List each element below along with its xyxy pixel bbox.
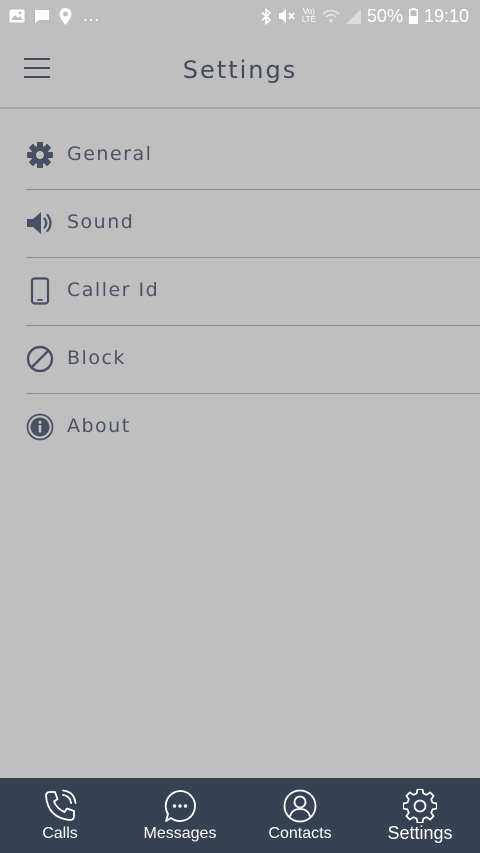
- battery-percent: 50%: [366, 5, 403, 26]
- settings-item-block[interactable]: Block: [26, 326, 480, 394]
- tab-label: Settings: [387, 823, 453, 843]
- app-header: Settings: [0, 32, 480, 109]
- phone-icon: [42, 788, 78, 824]
- gear-icon: [26, 141, 54, 169]
- message-icon: [34, 9, 50, 24]
- wifi-icon: [322, 9, 340, 23]
- status-bar-right: Vo) LTE 50% 19:10: [261, 6, 480, 27]
- signal-icon: [345, 8, 361, 24]
- clock: 19:10: [423, 5, 469, 26]
- settings-item-label: About: [67, 415, 131, 437]
- settings-item-label: Caller Id: [67, 279, 160, 301]
- block-icon: [26, 345, 54, 373]
- settings-item-general[interactable]: General: [26, 122, 480, 190]
- settings-item-caller-id[interactable]: Caller Id: [26, 258, 480, 326]
- bottom-navigation: Calls Messages Contacts Settings: [0, 778, 480, 853]
- tab-contacts[interactable]: Contacts: [240, 778, 360, 853]
- mute-icon: [278, 8, 296, 24]
- battery-icon: [408, 8, 418, 24]
- tab-label: Contacts: [268, 825, 332, 842]
- volte-icon: Vo) LTE: [302, 8, 316, 24]
- bluetooth-icon: [261, 7, 272, 25]
- phone-device-icon: [26, 277, 54, 305]
- person-icon: [282, 788, 318, 824]
- speaker-icon: [26, 209, 54, 237]
- settings-list: General Sound Caller Id Block About: [0, 122, 480, 461]
- settings-item-label: Sound: [67, 211, 135, 233]
- location-icon: [59, 7, 72, 25]
- status-bar-left: ...: [0, 6, 100, 26]
- image-icon: [9, 9, 25, 23]
- settings-item-label: Block: [67, 347, 126, 369]
- page-title: Settings: [182, 56, 298, 84]
- volte-label-bottom: LTE: [301, 15, 316, 24]
- settings-item-label: General: [67, 143, 153, 165]
- info-icon: [26, 413, 54, 441]
- tab-messages[interactable]: Messages: [120, 778, 240, 853]
- more-notifications-indicator: ...: [83, 6, 101, 25]
- status-bar: ... Vo) LTE 50% 19:10: [0, 0, 480, 32]
- settings-item-sound[interactable]: Sound: [26, 190, 480, 258]
- tab-label: Calls: [42, 825, 78, 842]
- chat-bubble-icon: [162, 788, 198, 824]
- gear-icon: [402, 788, 438, 824]
- tab-label: Messages: [143, 825, 217, 842]
- tab-calls[interactable]: Calls: [0, 778, 120, 853]
- settings-item-about[interactable]: About: [26, 394, 480, 461]
- tab-settings[interactable]: Settings: [360, 778, 480, 853]
